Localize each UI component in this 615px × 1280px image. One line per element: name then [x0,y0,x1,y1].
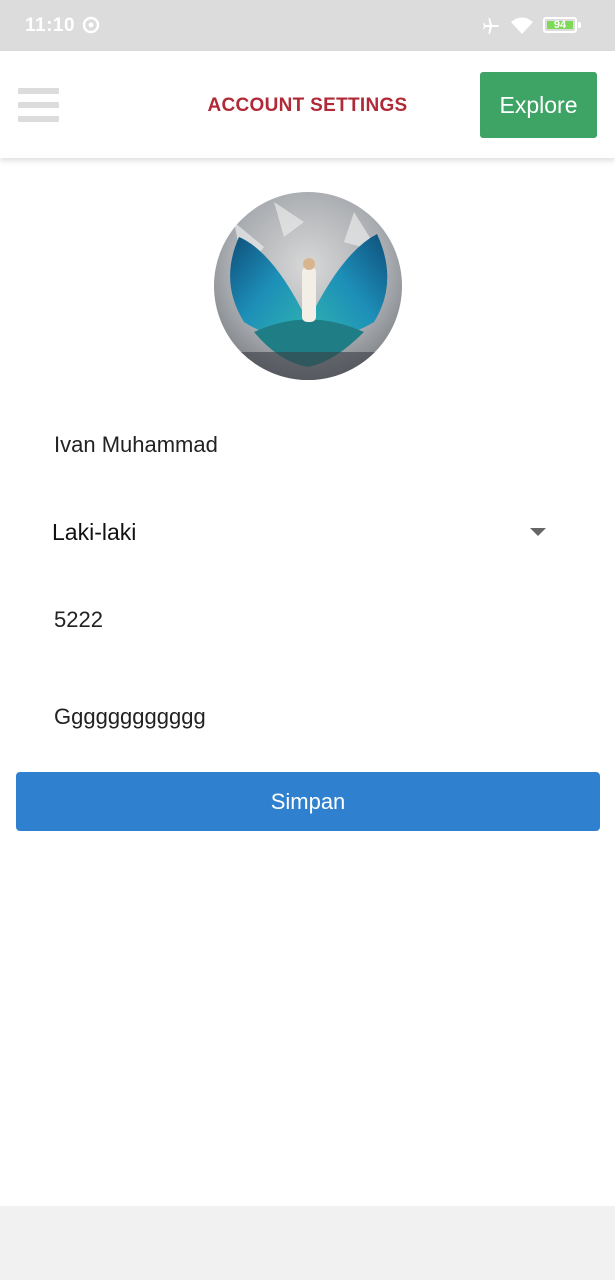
save-button[interactable]: Simpan [16,772,600,831]
name-field[interactable]: Ivan Muhammad [54,432,218,458]
bottom-navigation-area [0,1206,615,1280]
gender-select[interactable]: Laki-laki [52,519,552,549]
wifi-icon [511,17,533,34]
chevron-down-icon [530,528,546,536]
airplane-icon [483,18,499,34]
app-bar: ACCOUNT SETTINGS Explore [0,51,615,158]
text-field[interactable]: Gggggggggggg [54,704,206,730]
sync-circle-icon [82,16,100,34]
number-field[interactable]: 5222 [54,607,103,633]
gender-select-value: Laki-laki [52,519,137,545]
battery-level: 94 [553,19,567,31]
status-time: 11:10 [25,15,76,36]
avatar[interactable] [214,192,402,380]
battery-icon: 94 [543,17,577,33]
explore-button[interactable]: Explore [480,72,597,138]
status-bar: 11:10 94 [0,0,615,51]
battery-nub [578,22,581,28]
profile-picture [214,192,402,380]
